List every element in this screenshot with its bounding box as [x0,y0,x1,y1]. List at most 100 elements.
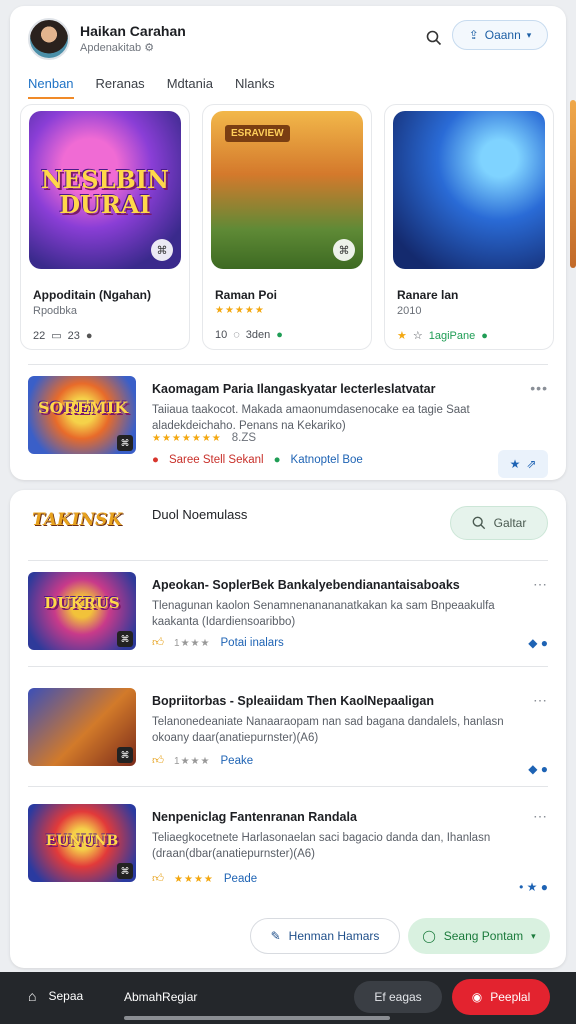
more-icon[interactable]: ••• [530,380,548,396]
rating-stars-icon: ★★★★★ [215,305,265,316]
rating-stars-icon: 1★★★ [174,755,211,767]
chevron-down-icon: ▾ [526,29,532,40]
game-thumbnail-text: NESLBIN DURAI [41,165,169,220]
list-item-description: Teliaegkocetnete Harlasonaelan saci baga… [152,832,491,860]
search-icon [426,30,442,46]
reaction-icons[interactable]: • ★ ● [519,880,548,894]
bottom-mid-label[interactable]: AbmahRegiar [124,990,197,1004]
featured-item[interactable]: SOREMIK ⌘ Kaomagam Paria Ilangaskyatar l… [28,376,548,478]
thumbs-up-icon: 👍︎ [152,637,165,649]
status-dot-icon: ● [276,329,283,341]
game-stat-1: 10 [215,329,228,341]
game-thumbnail-sign: ESRAVIEW [225,125,290,142]
share-icon: ⇗ [526,457,537,471]
right-action-button[interactable]: ◯ Seang Pontam ▾ [408,918,550,954]
controller-icon: ⌘ [117,747,133,763]
game-stat-1: 22 [33,329,46,342]
controller-icon: ⌘ [117,435,133,451]
open-button[interactable]: ⇪ Oaann ▾ [452,20,548,50]
section-search-button[interactable]: Galtar [450,506,548,540]
chat-icon: ◌ [233,329,240,341]
game-subtitle: Rpodbka [33,305,78,317]
list-thumbnail: DUKRUS ⌘ [28,572,136,650]
list-item-description: Telanonedeaniate Nanaaraopam nan sad bag… [152,716,504,744]
game-card[interactable]: NESLBIN DURAI ⌘ Appoditain (Ngahan) Rpod… [20,104,190,350]
user-name: Haikan Carahan [80,23,186,39]
game-title: Appoditain (Ngahan) [33,288,151,302]
rating-stars-icon: ★★★★ [174,873,214,885]
status-dot-icon: ● [481,329,488,342]
home-label: Sepaa [48,989,84,1003]
list-item-link[interactable]: Peake [221,755,254,767]
home-indicator [124,1016,390,1020]
more-icon[interactable]: ⋯ [533,808,548,825]
star-outline-icon: ☆ [412,330,423,342]
avatar[interactable] [28,18,70,60]
tab-1[interactable]: Reranas [96,76,145,99]
game-subtitle: 2010 [397,305,422,317]
share-button[interactable]: ★ ⇗ [498,450,548,478]
list-thumbnail-text: DUKRUS [44,594,120,612]
bottom-cta-button[interactable]: ◉ Peeplal [452,979,550,1015]
tag-green-icon: ● [273,454,281,466]
thumbs-up-icon: 👍︎ [152,755,165,767]
share-box-icon: ⇪ [468,28,479,42]
tag-1[interactable]: Saree Stell Sekanl [169,454,264,466]
tab-0[interactable]: Nenban [28,76,74,99]
section-search-label: Galtar [493,516,527,530]
list-item-title: Apeokan- SoplerBek Bankalyebendianantais… [152,578,460,592]
rating-value: 8.ZS [231,432,257,444]
rating-stars-icon: 1★★★ [174,637,211,649]
section-title: Duol Noemulass [152,507,248,522]
featured-thumbnail: SOREMIK ⌘ [28,376,136,454]
featured-tags: ● Saree Stell Sekanl ● Katnoptel Boe [152,454,363,466]
star-icon: ★ [397,330,407,342]
divider [28,364,548,365]
featured-thumbnail-text: SOREMIK [38,398,129,417]
divider [28,786,548,787]
side-scroll-edge [570,100,576,268]
tab-2[interactable]: Mdtania [167,76,213,99]
settings-dot-icon: ⚙ [144,42,155,54]
right-action-label: Seang Pontam [443,929,524,943]
list-item-footer: 👍︎ ★★★★ Peade [152,872,257,886]
home-nav[interactable]: ⌂ Sepaa [28,988,83,1004]
featured-description: Taiiaua taakocot. Makada amaonumdasenoca… [152,404,470,432]
list-item[interactable]: ⌘ Bopriitorbas - Spleaiidam Then KaolNep… [28,688,548,784]
list-item-title: Nenpeniclag Fantenranan Randala [152,810,357,824]
list-item[interactable]: DUKRUS ⌘ Apeokan- SoplerBek Bankalyebend… [28,572,548,668]
list-item-link[interactable]: Potai inalars [221,637,284,649]
game-stat-2: 23 [67,329,80,342]
open-button-label: Oaann [484,28,521,42]
list-thumbnail: EUNUNB ⌘ [28,804,136,882]
list-thumbnail-text: EUNUNB [45,833,119,849]
reaction-icons[interactable]: ◆ ● [528,762,548,776]
left-action-button[interactable]: ✎ Henman Hamars [250,918,400,954]
comment-icon: ▭ [51,330,62,342]
more-icon[interactable]: ⋯ [533,576,548,593]
tab-3[interactable]: Nlanks [235,76,275,99]
bottom-cta-label: Peeplal [490,990,531,1004]
list-thumbnail: ⌘ [28,688,136,766]
chevron-down-icon: ▾ [531,930,536,941]
divider [28,560,548,561]
status-dot-icon: ● [85,329,93,342]
divider [28,666,548,667]
list-item[interactable]: EUNUNB ⌘ Nenpeniclag Fantenranan Randala… [28,804,548,900]
bottom-pill-button[interactable]: Ef eagas [354,981,442,1013]
search-button[interactable] [420,24,448,52]
list-item-link[interactable]: Peade [224,873,257,885]
search-icon [472,516,485,530]
reaction-icons[interactable]: ◆ ● [528,636,548,650]
list-item-title: Bopriitorbas - Spleaiidam Then KaolNepaa… [152,694,434,708]
star-icon: ★ [509,457,521,471]
more-icon[interactable]: ⋯ [533,692,548,709]
game-thumbnail: NESLBIN DURAI ⌘ [29,111,181,269]
chat-bubble-icon: ◯ [422,929,436,943]
controller-icon: ⌘ [333,239,355,261]
tag-2[interactable]: Katnoptel Boe [291,454,363,466]
game-card[interactable]: ESRAVIEW ⌘ Raman Poi ★★★★★ 10 ◌ 3den ● [202,104,372,350]
game-card[interactable]: Ranare lan 2010 ★ ☆ 1agiPane ● [384,104,554,350]
tab-bar: Nenban Reranas Mdtania Nlanks [28,76,275,99]
tag-red-icon: ● [152,454,159,466]
